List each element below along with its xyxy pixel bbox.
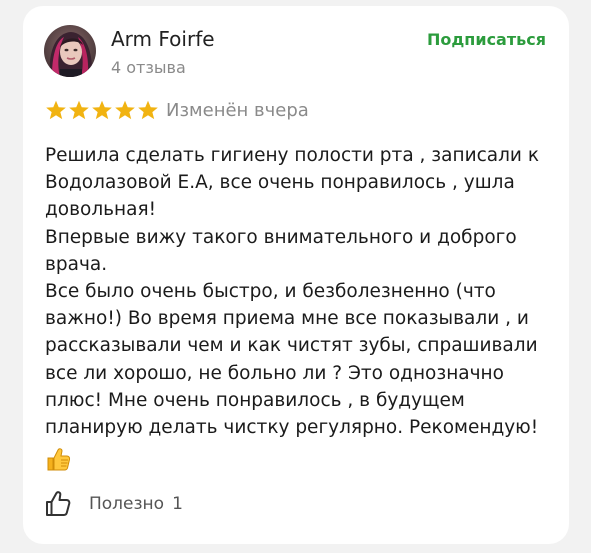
review-text: Решила сделать гигиену полости рта , зап… — [45, 142, 565, 441]
review-paragraph: Впервые вижу такого внимательного и добр… — [45, 226, 517, 275]
author-name[interactable]: Arm Foirfe — [111, 27, 215, 51]
star-icon — [69, 100, 89, 120]
helpful-button[interactable]: Полезно 1 — [44, 490, 183, 518]
star-icon — [92, 100, 112, 120]
thumbs-up-outline-icon — [46, 491, 71, 516]
thumbs-up-emoji-icon — [45, 446, 71, 472]
review-paragraph: Все было очень быстро, и безболезненно (… — [45, 281, 539, 439]
helpful-count: 1 — [172, 494, 183, 514]
subscribe-button[interactable]: Подписаться — [427, 30, 546, 49]
helpful-label: Полезно — [89, 494, 165, 514]
star-icon — [115, 100, 135, 120]
review-card: Arm Foirfe 4 отзыва Подписаться Изменён … — [23, 6, 569, 544]
star-icon — [46, 100, 66, 120]
star-icon — [138, 100, 158, 120]
edited-date: Изменён вчера — [166, 100, 309, 121]
rating-stars — [45, 100, 159, 120]
avatar-photo — [44, 25, 96, 77]
review-paragraph: Решила сделать гигиену полости рта , зап… — [45, 145, 539, 221]
author-reviews-count: 4 отзыва — [111, 58, 186, 77]
avatar[interactable] — [44, 25, 96, 77]
